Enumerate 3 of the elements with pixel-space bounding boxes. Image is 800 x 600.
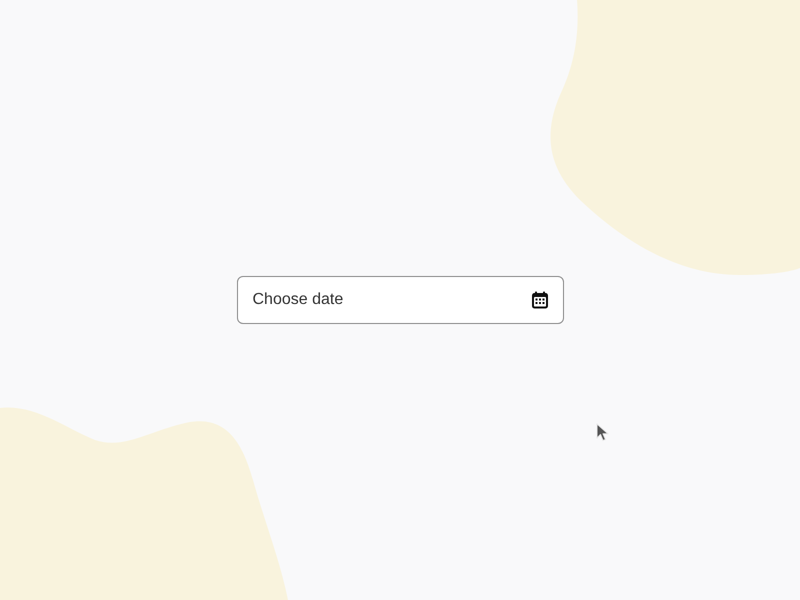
date-field[interactable]: Choose date bbox=[236, 276, 564, 324]
calendar-icon[interactable] bbox=[530, 291, 548, 309]
mouse-pointer-icon bbox=[596, 423, 610, 442]
